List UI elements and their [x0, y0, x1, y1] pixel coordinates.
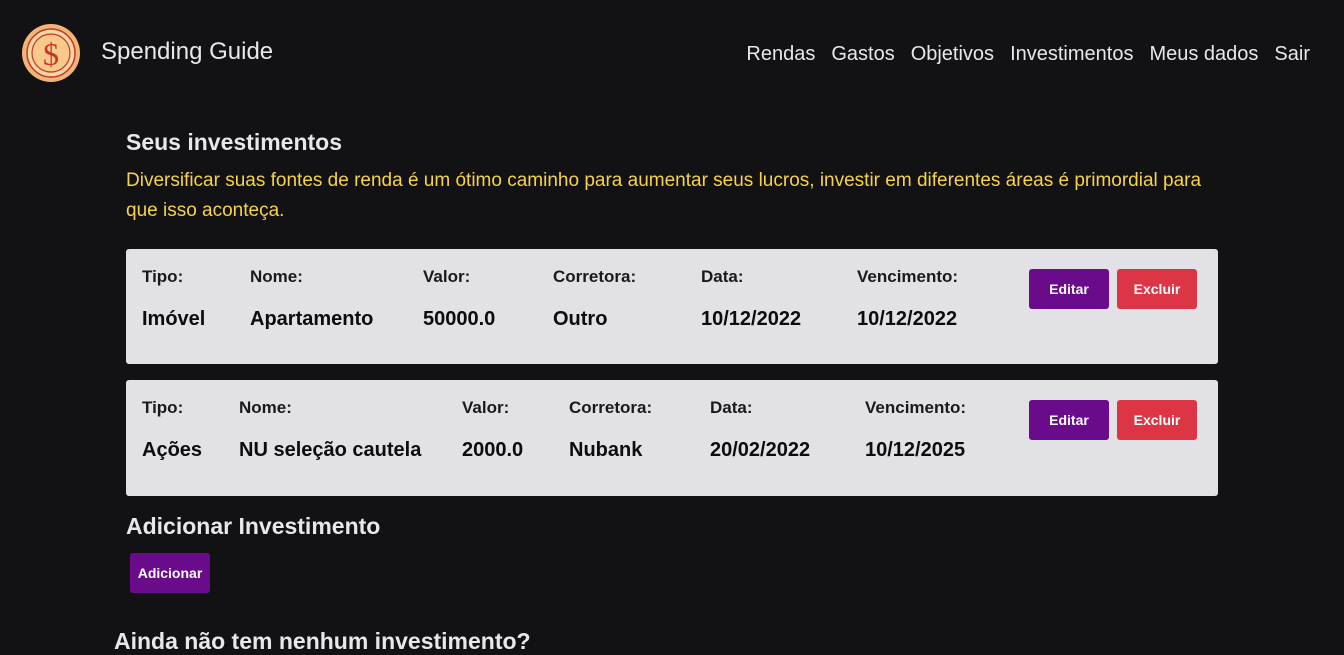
main-nav: Rendas Gastos Objetivos Investimentos Me…: [730, 42, 1310, 66]
field-valor: Valor: 2000.0: [462, 398, 523, 462]
corretora-value: Outro: [553, 308, 608, 330]
data-label: Data:: [701, 267, 744, 286]
field-valor: Valor: 50000.0: [423, 267, 495, 331]
vencimento-label: Vencimento:: [857, 267, 959, 286]
tipo-value: Ações: [142, 439, 203, 461]
nome-value: NU seleção cautela: [239, 439, 422, 461]
svg-text:$: $: [43, 36, 59, 72]
add-investment-button[interactable]: Adicionar: [130, 553, 210, 593]
page-subtitle: Diversificar suas fontes de renda é um ó…: [126, 170, 1202, 221]
nav-objetivos[interactable]: Objetivos: [911, 42, 994, 66]
field-vencimento: Vencimento: 10/12/2025: [865, 398, 966, 462]
add-investment-title: Adicionar Investimento: [126, 513, 381, 539]
edit-button[interactable]: Editar: [1029, 269, 1109, 309]
edit-button[interactable]: Editar: [1029, 400, 1109, 440]
page-title: Seus investimentos: [126, 129, 343, 155]
tipo-label: Tipo:: [142, 398, 184, 417]
nav-investimentos[interactable]: Investimentos: [1010, 42, 1133, 66]
field-data: Data: 10/12/2022: [701, 267, 801, 331]
corretora-label: Corretora:: [553, 267, 637, 286]
nav-gastos[interactable]: Gastos: [831, 42, 894, 66]
field-tipo: Tipo: Imóvel: [142, 267, 205, 331]
field-vencimento: Vencimento: 10/12/2022: [857, 267, 958, 331]
field-tipo: Tipo: Ações: [142, 398, 202, 462]
investment-card: Tipo: Imóvel Nome: Apartamento Valor: 50…: [126, 249, 1218, 364]
valor-value: 50000.0: [423, 308, 496, 330]
nav-sair[interactable]: Sair: [1274, 42, 1310, 66]
valor-label: Valor:: [423, 267, 471, 286]
nome-label: Nome:: [239, 398, 292, 417]
valor-label: Valor:: [462, 398, 510, 417]
vencimento-value: 10/12/2022: [857, 308, 958, 330]
nome-value: Apartamento: [250, 308, 374, 330]
nav-rendas[interactable]: Rendas: [746, 42, 815, 66]
valor-value: 2000.0: [462, 439, 524, 461]
field-data: Data: 20/02/2022: [710, 398, 810, 462]
tipo-value: Imóvel: [142, 308, 206, 330]
delete-button[interactable]: Excluir: [1117, 400, 1197, 440]
field-nome: Nome: Apartamento: [250, 267, 373, 331]
brand-name[interactable]: Spending Guide: [101, 38, 273, 66]
field-corretora: Corretora: Nubank: [569, 398, 652, 462]
dollar-coin-icon[interactable]: $: [21, 23, 81, 83]
field-nome: Nome: NU seleção cautela: [239, 398, 421, 462]
nome-label: Nome:: [250, 267, 303, 286]
tipo-label: Tipo:: [142, 267, 184, 286]
data-value: 20/02/2022: [710, 439, 811, 461]
vencimento-label: Vencimento:: [865, 398, 967, 417]
data-value: 10/12/2022: [701, 308, 802, 330]
data-label: Data:: [710, 398, 753, 417]
field-corretora: Corretora: Outro: [553, 267, 636, 331]
corretora-value: Nubank: [569, 439, 643, 461]
nav-meus-dados[interactable]: Meus dados: [1149, 42, 1258, 66]
investment-card: Tipo: Ações Nome: NU seleção cautela Val…: [126, 380, 1218, 496]
vencimento-value: 10/12/2025: [865, 439, 966, 461]
top-header: $ Spending Guide Rendas Gastos Objetivos…: [0, 0, 1344, 100]
corretora-label: Corretora:: [569, 398, 653, 417]
delete-button[interactable]: Excluir: [1117, 269, 1197, 309]
